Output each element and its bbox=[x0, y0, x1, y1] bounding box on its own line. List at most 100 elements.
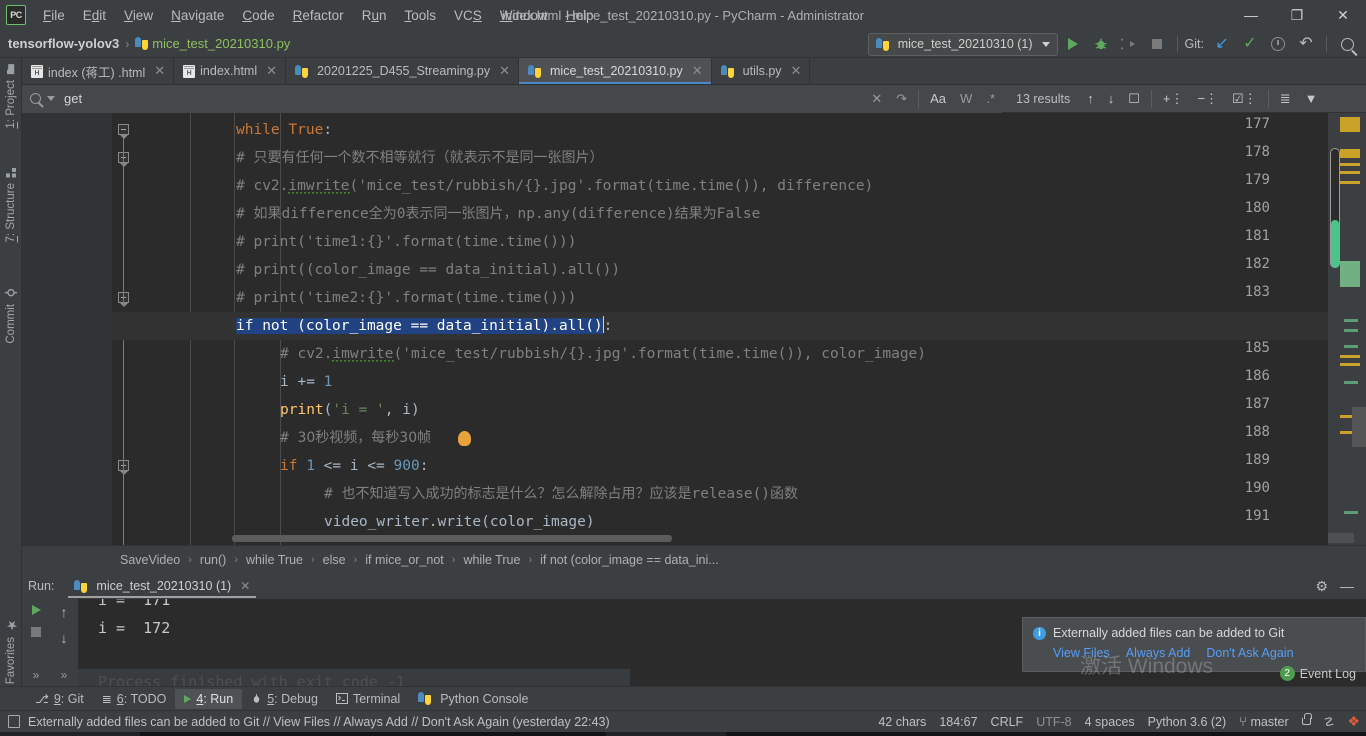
nav-file-name[interactable]: mice_test_20210310.py bbox=[152, 36, 290, 51]
tab-20201225-d455-streaming-py[interactable]: 20201225_D455_Streaming.py ✕ bbox=[286, 58, 519, 84]
menu-view[interactable]: View bbox=[115, 4, 162, 27]
code-line[interactable]: print('i = ', i) bbox=[112, 396, 1328, 424]
remove-selection-icon[interactable]: −⋮ bbox=[1197, 91, 1218, 107]
nav-project-name[interactable]: tensorflow-yolov3 bbox=[8, 36, 119, 51]
filter-icon[interactable]: ▼ bbox=[1305, 91, 1318, 106]
tab-index-jiang-html[interactable]: H index (蒋工) .html ✕ bbox=[22, 58, 175, 84]
code-line[interactable]: i += 1 bbox=[112, 368, 1328, 396]
status-message[interactable]: Externally added files can be added to G… bbox=[28, 715, 610, 729]
tool-button-debug[interactable]: 5: Debug bbox=[242, 689, 327, 709]
code-line[interactable]: # cv2.imwrite('mice_test/rubbish/{}.jpg'… bbox=[112, 340, 1328, 368]
editor-horizontal-scrollbar[interactable] bbox=[232, 535, 672, 542]
menu-window[interactable]: Window bbox=[491, 4, 557, 27]
menu-tools[interactable]: Tools bbox=[395, 4, 445, 27]
marker-warning[interactable] bbox=[1340, 171, 1360, 174]
marker-warning[interactable] bbox=[1340, 355, 1360, 358]
python-interpreter[interactable]: Python 3.6 (2) bbox=[1148, 715, 1227, 729]
menu-vcs[interactable]: VCS bbox=[445, 4, 491, 27]
code-line[interactable]: while True: bbox=[112, 116, 1328, 144]
sidebar-item-structure[interactable]: 7: Structure bbox=[0, 163, 22, 246]
breadcrumb-if-mice-or-not[interactable]: if mice_or_not bbox=[365, 553, 444, 567]
find-previous-icon[interactable]: ↑ bbox=[1087, 91, 1094, 106]
filter-lines-icon[interactable]: ≣ bbox=[1280, 91, 1291, 107]
code-line[interactable]: # print('time2:{}'.format(time.time())) bbox=[112, 284, 1328, 312]
indent-setting[interactable]: 4 spaces bbox=[1085, 715, 1135, 729]
add-selection-icon[interactable]: +⋮ bbox=[1163, 91, 1184, 107]
select-occurrences-icon[interactable]: ☑⋮ bbox=[1232, 91, 1257, 107]
marker-occurrence[interactable] bbox=[1344, 329, 1358, 332]
breadcrumb-while-true-2[interactable]: while True bbox=[463, 553, 520, 567]
breadcrumb-run[interactable]: run() bbox=[200, 553, 226, 567]
run-button[interactable] bbox=[1060, 32, 1086, 56]
rollback-button[interactable]: ↶ bbox=[1293, 32, 1319, 56]
marker-occurrence[interactable] bbox=[1344, 511, 1358, 514]
breadcrumb-else[interactable]: else bbox=[323, 553, 346, 567]
menu-navigate[interactable]: Navigate bbox=[162, 4, 233, 27]
marker-warning[interactable] bbox=[1340, 163, 1360, 166]
down-icon[interactable]: ↓ bbox=[61, 631, 68, 645]
close-icon[interactable]: ✕ bbox=[240, 579, 250, 593]
caret-position[interactable]: 184:67 bbox=[939, 715, 977, 729]
close-icon[interactable]: ✕ bbox=[499, 63, 510, 79]
tab-utils-py[interactable]: utils.py ✕ bbox=[712, 58, 811, 84]
sidebar-item-project[interactable]: 1: Project bbox=[0, 60, 22, 133]
close-icon[interactable]: ✕ bbox=[791, 63, 802, 79]
rerun-icon[interactable] bbox=[31, 605, 41, 615]
search-history-chevron-icon[interactable] bbox=[47, 96, 55, 101]
tool-button-python-console[interactable]: Python Console bbox=[409, 689, 537, 709]
code-line[interactable]: # 也不知道写入成功的标志是什么？怎么解除占用？应该是release()函数 bbox=[112, 480, 1328, 508]
file-encoding[interactable]: UTF-8 bbox=[1036, 715, 1071, 729]
code-line[interactable]: video_writer.write(color_image) bbox=[112, 508, 1328, 536]
run-coverage-button[interactable] bbox=[1116, 32, 1142, 56]
marker-occurrence[interactable] bbox=[1344, 381, 1358, 384]
update-project-button[interactable]: ↙ bbox=[1209, 32, 1235, 56]
code-line[interactable]: if 1 <= i <= 900: bbox=[112, 452, 1328, 480]
editor-gutter[interactable] bbox=[22, 113, 112, 545]
marker-warning[interactable] bbox=[1340, 181, 1360, 184]
power-save-icon[interactable]: ❖ bbox=[1347, 713, 1360, 730]
menu-file[interactable]: File bbox=[34, 4, 74, 27]
clear-search-icon[interactable]: ✕ bbox=[871, 91, 882, 107]
tool-button-terminal[interactable]: Terminal bbox=[327, 689, 409, 709]
code-line[interactable]: # 只要有任何一个数不相等就行（就表示不是同一张图片） bbox=[112, 144, 1328, 172]
tab-index-html[interactable]: H index.html ✕ bbox=[174, 58, 287, 84]
gear-icon[interactable]: ⚙ bbox=[1315, 578, 1328, 595]
tool-button-run[interactable]: 4: Run bbox=[175, 688, 243, 709]
minimize-icon[interactable]: — bbox=[1340, 578, 1354, 594]
match-case-icon[interactable]: Aa bbox=[930, 91, 946, 106]
stop-icon[interactable] bbox=[31, 627, 41, 637]
code-editor[interactable]: 1771781791801811821831841851861871881891… bbox=[22, 113, 1328, 545]
menu-code[interactable]: Code bbox=[233, 4, 283, 27]
marker-warning[interactable] bbox=[1340, 363, 1360, 366]
debug-button[interactable] bbox=[1088, 32, 1114, 56]
vcs-history-button[interactable] bbox=[1265, 32, 1291, 56]
regex-history-icon[interactable]: ↷ bbox=[896, 91, 907, 107]
minimize-button[interactable]: — bbox=[1228, 0, 1274, 30]
regex-icon[interactable]: .* bbox=[986, 91, 995, 106]
breadcrumb-if-not[interactable]: if not (color_image == data_ini... bbox=[540, 553, 719, 567]
tab-mice-test-20210310-py[interactable]: mice_test_20210310.py ✕ bbox=[519, 58, 712, 84]
stop-button[interactable] bbox=[1144, 32, 1170, 56]
code-line[interactable]: # 30秒视频，每秒30帧 bbox=[112, 424, 1328, 452]
view-files-link[interactable]: View Files bbox=[1053, 646, 1110, 660]
marker-changed[interactable] bbox=[1340, 261, 1360, 287]
restore-button[interactable]: ❐ bbox=[1274, 0, 1320, 30]
menu-run[interactable]: Run bbox=[353, 4, 396, 27]
editor-scrollbar-thumb[interactable] bbox=[1331, 220, 1339, 268]
commit-button[interactable]: ✓ bbox=[1237, 32, 1263, 56]
close-icon[interactable]: ✕ bbox=[266, 63, 277, 79]
find-next-icon[interactable]: ↓ bbox=[1108, 91, 1115, 106]
menu-help[interactable]: Help bbox=[557, 4, 603, 27]
code-line[interactable]: # 如果difference全为0表示同一张图片，np.any(differen… bbox=[112, 200, 1328, 228]
menu-refactor[interactable]: Refactor bbox=[284, 4, 353, 27]
close-button[interactable]: ✕ bbox=[1320, 0, 1366, 30]
menu-edit[interactable]: Edit bbox=[74, 4, 115, 27]
event-log-button[interactable]: 2 Event Log bbox=[1279, 666, 1356, 681]
search-everywhere-button[interactable] bbox=[1334, 32, 1360, 56]
marker-warning[interactable] bbox=[1340, 149, 1360, 158]
code-line[interactable]: if not (color_image == data_initial).all… bbox=[112, 312, 1328, 340]
marker-occurrence[interactable] bbox=[1344, 319, 1358, 322]
search-input[interactable]: get bbox=[64, 91, 864, 106]
marker-occurrence[interactable] bbox=[1344, 345, 1358, 348]
code-lines[interactable]: while True: # 只要有任何一个数不相等就行（就表示不是同一张图片） # … bbox=[112, 113, 1328, 545]
